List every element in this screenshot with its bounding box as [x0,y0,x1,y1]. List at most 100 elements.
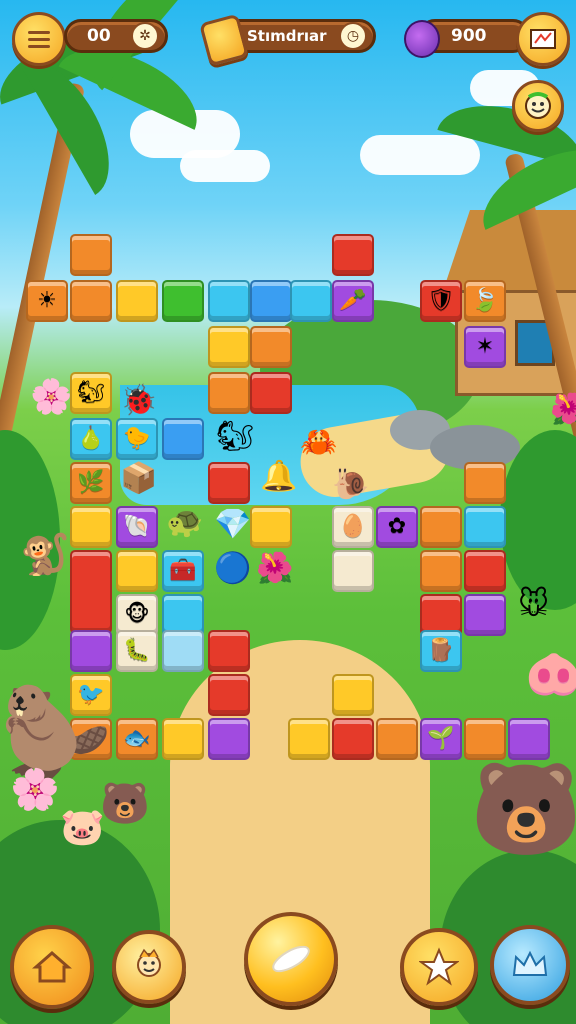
shell-icon: 🐚 [123,514,151,539]
map-button[interactable] [516,12,570,66]
block-tile[interactable]: ☀ [26,280,68,322]
block-tile[interactable] [288,718,330,760]
block-tile[interactable] [332,550,374,592]
play-button[interactable] [244,912,338,1006]
crab-icon[interactable]: 🦀 [300,428,337,458]
monkey-character: 🐒 [20,532,70,578]
branch-icon: 🪵 [427,638,455,663]
gem-icon[interactable]: 💎 [214,510,251,540]
snail-icon[interactable]: 🐌 [332,470,369,500]
block-tile[interactable] [420,550,462,592]
block-tile[interactable] [162,280,204,322]
block-tile[interactable]: ✶ [464,326,506,368]
menu-icon [28,31,50,48]
turtle-icon[interactable]: 🐢 [166,508,203,538]
character-button[interactable] [112,930,186,1004]
home-icon [32,951,72,983]
block-tile[interactable] [70,506,112,548]
cub-character: 🐻 [100,781,150,827]
block-tile[interactable] [162,718,204,760]
block-tile[interactable]: 🍐 [70,418,112,460]
block-tile[interactable]: 🐤 [116,418,158,460]
chick-icon: 🐤 [123,426,151,451]
block-tile[interactable] [162,418,204,460]
pink-pig-character: 🐷 [60,807,105,848]
block-tile[interactable] [250,372,292,414]
block-tile[interactable] [70,630,112,672]
star-burst-icon: ✶ [475,334,495,359]
block-tile[interactable] [508,718,550,760]
gear-icon[interactable]: ✲ [131,22,159,50]
block-tile[interactable] [208,462,250,504]
block-tile[interactable]: 🪵 [420,630,462,672]
block-tile[interactable] [376,718,418,760]
game-scene: 00 ✲ Stımdrıar ◷ 900 ☀ 🥕 🛡 🍃 ✶ 🐿 🍐 🐤 🌿 🐚… [0,0,576,1024]
pink-bear-character: 🐽 [525,646,576,700]
block-tile[interactable] [208,326,250,368]
block-tile[interactable] [464,718,506,760]
squirrel-icon[interactable]: 🐿 [216,422,254,452]
block-tile[interactable] [70,280,112,322]
block-tile[interactable] [70,550,112,634]
coins-value: 900 [451,26,487,46]
pink-flower-decoration: 🌸 [10,767,60,813]
carrot-icon: 🥕 [339,288,367,313]
squirrel-icon: 🐿 [77,380,105,405]
block-tile[interactable] [116,550,158,592]
block-tile[interactable] [464,594,506,636]
block-tile[interactable] [208,674,250,716]
star-icon [419,947,459,986]
block-tile[interactable]: 🥚 [332,506,374,548]
crate-icon[interactable]: 📦 [120,464,157,494]
crown-button[interactable] [490,925,570,1005]
block-tile[interactable]: 🥕 [332,280,374,322]
block-tile[interactable]: 🐛 [116,630,158,672]
star-button[interactable] [400,928,478,1006]
cloud [360,135,480,175]
block-tile[interactable]: 🐚 [116,506,158,548]
block-tile[interactable] [116,280,158,322]
block-tile[interactable]: 🍃 [464,280,506,322]
block-tile[interactable] [464,550,506,592]
clock-icon[interactable]: ◷ [339,22,367,50]
block-tile[interactable] [162,630,204,672]
block-tile[interactable]: 🐿 [70,372,112,414]
block-tile[interactable] [208,372,250,414]
caterpillar-icon: 🐛 [123,638,151,663]
block-tile[interactable]: 🛡 [420,280,462,322]
blue-ball-icon[interactable]: 🔵 [214,554,251,584]
block-tile[interactable] [208,718,250,760]
block-tile[interactable] [290,280,332,322]
block-tile[interactable] [208,280,250,322]
block-tile[interactable] [250,506,292,548]
block-tile[interactable] [464,506,506,548]
block-tile[interactable] [332,234,374,276]
block-tile[interactable]: 🧰 [162,550,204,592]
helper-button[interactable] [512,80,564,132]
bell-icon[interactable]: 🔔 [260,462,297,492]
block-tile[interactable]: 🌱 [420,718,462,760]
menu-button[interactable] [12,12,66,66]
block-tile[interactable] [250,326,292,368]
block-tile[interactable] [332,674,374,716]
blue-egg-icon: 🥚 [339,514,367,539]
monkey-icon: 🐵 [124,602,150,627]
smiley-helper-icon [525,92,551,119]
crown-icon [512,950,548,976]
flower-icon: ✿ [387,514,407,539]
block-tile[interactable]: 🌿 [70,462,112,504]
bush-icon: 🌿 [77,470,105,495]
block-tile[interactable] [332,718,374,760]
block-tile[interactable] [420,506,462,548]
block-tile[interactable] [70,234,112,276]
leaf-icon: 🍃 [471,288,499,313]
block-tile[interactable] [208,630,250,672]
home-button[interactable] [10,925,94,1009]
block-tile[interactable]: 🐟 [116,718,158,760]
ladybug-icon[interactable]: 🐞 [120,386,157,416]
flower-icon[interactable]: 🌺 [256,554,293,584]
sun-icon: ☀ [37,288,57,313]
block-tile[interactable] [250,280,292,322]
block-tile[interactable] [464,462,506,504]
block-tile[interactable]: ✿ [376,506,418,548]
